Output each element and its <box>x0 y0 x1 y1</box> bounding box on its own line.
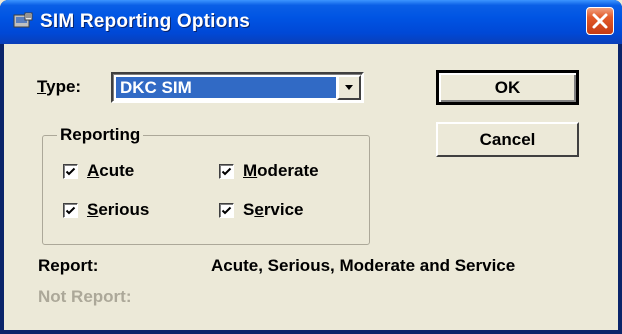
title-bar[interactable]: SIM Reporting Options <box>0 0 622 44</box>
reporting-groupbox: Reporting Acute Serious Moderate Service <box>42 125 370 245</box>
type-dropdown-value: DKC SIM <box>116 77 336 98</box>
type-dropdown[interactable]: DKC SIM <box>111 72 364 103</box>
checkmark-icon <box>65 167 76 176</box>
serious-checkbox[interactable] <box>63 203 78 218</box>
dialog-body: Type: DKC SIM OK Cancel Reporting Acute … <box>4 44 618 330</box>
close-button[interactable] <box>586 7 614 35</box>
chevron-down-icon <box>345 85 353 90</box>
checkmark-icon <box>221 206 232 215</box>
close-icon <box>592 13 608 29</box>
service-label[interactable]: Service <box>243 200 304 220</box>
window-title: SIM Reporting Options <box>40 11 251 32</box>
acute-checkbox[interactable] <box>63 164 78 179</box>
cancel-button[interactable]: Cancel <box>436 122 579 157</box>
app-icon <box>13 12 33 28</box>
service-checkbox[interactable] <box>219 203 234 218</box>
checkmark-icon <box>65 206 76 215</box>
dropdown-arrow-button[interactable] <box>337 75 361 100</box>
type-label: Type: <box>37 77 82 96</box>
dialog-window: SIM Reporting Options Type: DKC SIM OK C… <box>0 0 622 334</box>
ok-button[interactable]: OK <box>436 70 579 105</box>
serious-label[interactable]: Serious <box>87 200 149 220</box>
checkmark-icon <box>221 167 232 176</box>
moderate-label[interactable]: Moderate <box>243 161 319 181</box>
not-report-label: Not Report: <box>38 287 132 306</box>
report-label: Report: <box>38 256 99 275</box>
moderate-checkbox[interactable] <box>219 164 234 179</box>
acute-label[interactable]: Acute <box>87 161 134 181</box>
report-value: Acute, Serious, Moderate and Service <box>211 256 516 275</box>
reporting-legend: Reporting <box>57 125 144 145</box>
